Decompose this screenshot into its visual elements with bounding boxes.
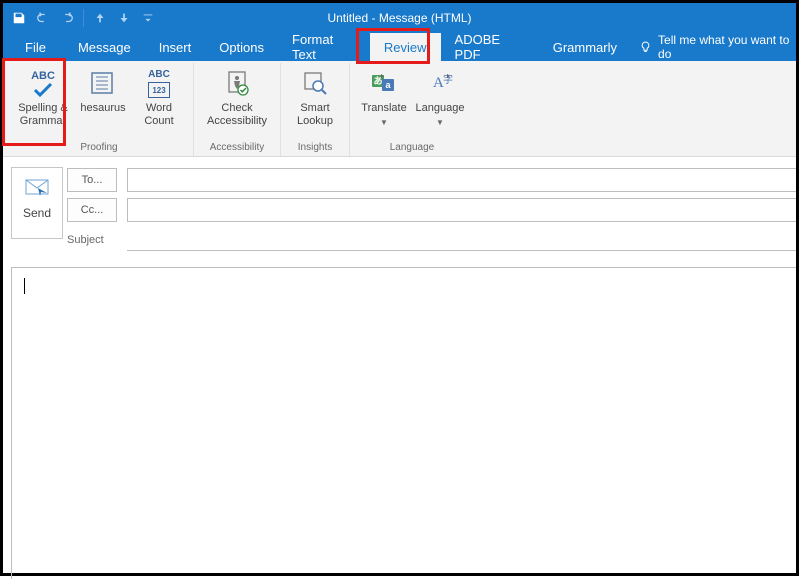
translate-button[interactable]: あa Translate▼	[356, 63, 412, 140]
undo-icon[interactable]	[31, 6, 55, 30]
redo-icon[interactable]	[55, 6, 79, 30]
title-bar: Untitled - Message (HTML)	[3, 3, 796, 33]
tell-me-label: Tell me what you want to do	[658, 33, 796, 61]
check-accessibility-button[interactable]: Check Accessibility	[200, 63, 274, 140]
word-count-icon: ABC 123	[148, 67, 170, 99]
send-button[interactable]: Send	[11, 167, 63, 239]
tab-format-text[interactable]: Format Text	[278, 33, 370, 61]
save-icon[interactable]	[7, 6, 31, 30]
language-icon: A字	[426, 67, 454, 99]
tab-adobe-pdf[interactable]: ADOBE PDF	[441, 33, 539, 61]
to-button[interactable]: To...	[67, 168, 117, 192]
spelling-icon: ABC	[31, 67, 55, 99]
to-input[interactable]	[127, 168, 796, 192]
word-count-button[interactable]: ABC 123 Word Count	[131, 63, 187, 140]
thesaurus-icon	[90, 67, 116, 99]
ribbon-tabs: File Message Insert Options Format Text …	[3, 33, 796, 61]
group-insights-label: Insights	[298, 140, 332, 156]
tab-message[interactable]: Message	[64, 33, 145, 61]
tab-grammarly[interactable]: Grammarly	[539, 33, 631, 61]
smart-lookup-icon	[302, 67, 328, 99]
tab-review[interactable]: Review	[370, 33, 441, 61]
cc-row: Cc...	[67, 197, 796, 223]
language-button[interactable]: A字 Language▼	[412, 63, 468, 140]
to-row: To...	[67, 167, 796, 193]
qat-separator	[83, 9, 84, 27]
group-accessibility: Check Accessibility Accessibility	[194, 63, 281, 156]
tab-options[interactable]: Options	[205, 33, 278, 61]
subject-input[interactable]	[127, 229, 796, 251]
prev-item-icon[interactable]	[88, 6, 112, 30]
group-language-label: Language	[390, 140, 435, 156]
next-item-icon[interactable]	[112, 6, 136, 30]
accessibility-icon	[225, 67, 249, 99]
text-cursor	[24, 278, 25, 294]
subject-label: Subject	[67, 234, 117, 246]
group-proofing: ABC Spelling & Grammar hesaurus ABC 123	[5, 63, 194, 156]
smart-lookup-button[interactable]: Smart Lookup	[287, 63, 343, 140]
quick-access-toolbar	[3, 6, 160, 30]
send-label: Send	[23, 206, 51, 220]
cc-input[interactable]	[127, 198, 796, 222]
lightbulb-icon	[639, 40, 652, 54]
ribbon: ABC Spelling & Grammar hesaurus ABC 123	[3, 61, 796, 157]
tab-file[interactable]: File	[11, 33, 64, 61]
compose-header: Send To... Cc... Subject	[3, 157, 796, 267]
thesaurus-button[interactable]: hesaurus	[75, 63, 131, 140]
group-language: あa Translate▼ A字 Language▼ Language	[350, 63, 474, 156]
group-insights: Smart Lookup Insights	[281, 63, 350, 156]
cc-button[interactable]: Cc...	[67, 198, 117, 222]
subject-row: Subject	[67, 227, 796, 253]
chevron-down-icon: ▼	[361, 116, 406, 129]
spelling-grammar-button[interactable]: ABC Spelling & Grammar	[11, 63, 75, 140]
chevron-down-icon: ▼	[416, 116, 465, 129]
translate-icon: あa	[370, 67, 398, 99]
compose-fields: To... Cc... Subject	[67, 167, 796, 257]
customize-qat-icon[interactable]	[136, 6, 160, 30]
group-proofing-label: Proofing	[80, 140, 117, 156]
group-accessibility-label: Accessibility	[210, 140, 264, 156]
tell-me-search[interactable]: Tell me what you want to do	[639, 33, 796, 61]
tab-insert[interactable]: Insert	[145, 33, 206, 61]
message-body[interactable]	[11, 267, 796, 579]
send-icon	[25, 174, 49, 202]
